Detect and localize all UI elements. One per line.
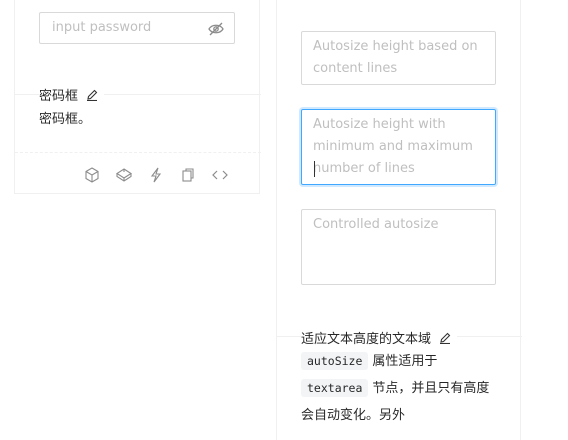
textarea-placeholder: Autosize height based on content lines	[313, 39, 478, 76]
password-input[interactable]: input password	[39, 12, 235, 44]
demo-title: 密码框	[39, 85, 105, 104]
autosize-demo-card: Autosize height based on content lines A…	[276, 0, 522, 440]
thunderbolt-icon[interactable]	[147, 166, 165, 184]
textarea-placeholder: Controlled autosize	[313, 217, 439, 232]
edit-icon[interactable]	[86, 89, 98, 102]
inline-code: textarea	[301, 379, 369, 397]
code-icon[interactable]	[211, 166, 229, 184]
password-demo-card: input password 密码框 密码框。	[14, 0, 261, 194]
controlled-autosize-textarea[interactable]: Controlled autosize	[301, 209, 496, 285]
demo-description: autoSize 属性适用于 textarea 节点，并且只有高度会自动变化。另外	[301, 348, 501, 429]
actions-divider	[15, 152, 261, 153]
copy-icon[interactable]	[179, 166, 197, 184]
text-cursor	[314, 161, 315, 177]
password-placeholder: input password	[52, 20, 152, 35]
min-max-rows-textarea[interactable]: Autosize height with minimum and maximum…	[301, 109, 496, 185]
demo-title-text: 适应文本高度的文本域	[301, 332, 432, 347]
demo-title-text: 密码框	[39, 89, 79, 104]
demo-description: 密码框。	[39, 112, 92, 127]
autosize-textarea[interactable]: Autosize height based on content lines	[301, 31, 496, 85]
description-text: 属性适用于	[372, 354, 438, 369]
edit-icon[interactable]	[439, 332, 451, 345]
eye-invisible-icon[interactable]	[208, 21, 224, 36]
code-actions	[83, 166, 229, 184]
codepen-icon[interactable]	[115, 166, 133, 184]
codesandbox-icon[interactable]	[83, 166, 101, 184]
inline-code: autoSize	[301, 352, 369, 370]
textarea-placeholder: Autosize height with minimum and maximum…	[313, 117, 473, 176]
demo-title: 适应文本高度的文本域	[301, 328, 458, 347]
